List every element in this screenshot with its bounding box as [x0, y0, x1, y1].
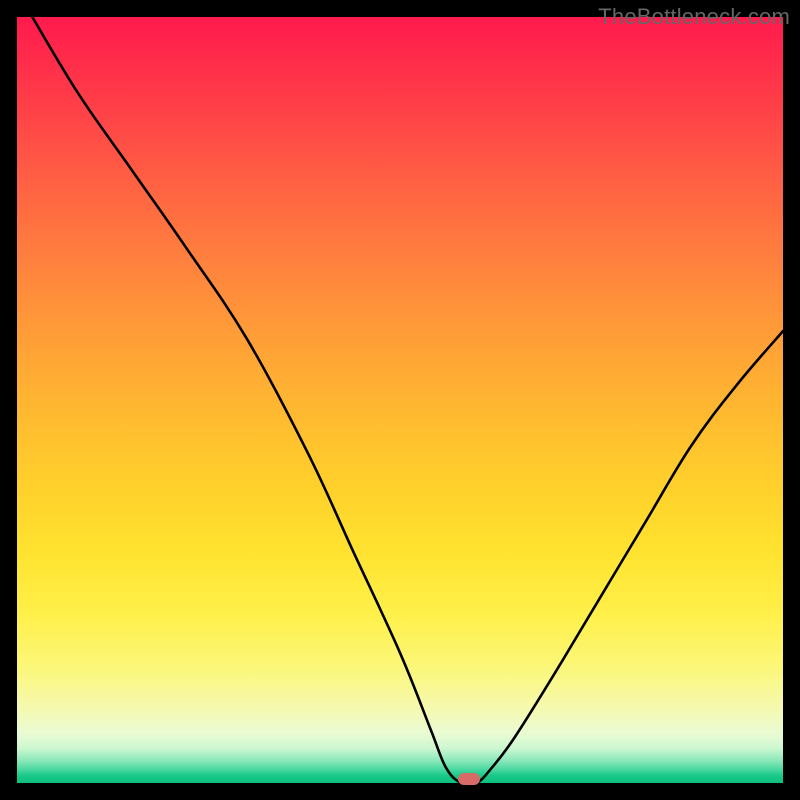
chart-frame: TheBottleneck.com [0, 0, 800, 800]
plot-area [17, 17, 783, 783]
bottleneck-curve [17, 17, 783, 783]
curve-path [32, 17, 783, 783]
optimum-marker [458, 773, 480, 785]
watermark-label: TheBottleneck.com [598, 4, 790, 30]
